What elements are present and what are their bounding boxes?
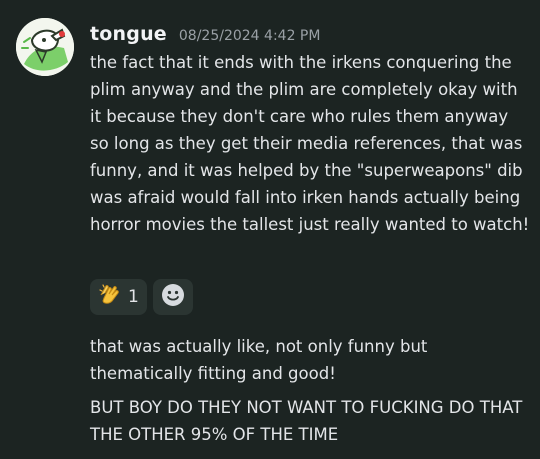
message-header: tongue 08/25/2024 4:42 PM	[90, 23, 320, 47]
add-reaction-button[interactable]	[152, 279, 193, 315]
reaction-clapping-hands[interactable]: 1	[90, 279, 147, 315]
timestamp: 08/25/2024 4:42 PM	[178, 28, 321, 44]
reactions-bar: 1	[90, 279, 193, 315]
username[interactable]: tongue	[90, 23, 167, 45]
chat-message: tongue 08/25/2024 4:42 PM the fact that …	[0, 0, 540, 459]
avatar[interactable]	[16, 18, 74, 76]
message-text: that was actually like, not only funny b…	[90, 337, 428, 383]
message-text: the fact that it ends with the irkens co…	[90, 53, 530, 234]
clapping-hands-icon	[98, 283, 122, 311]
message-text: BUT BOY DO THEY NOT WANT TO FUCKING DO T…	[90, 398, 523, 444]
smiley-add-icon	[160, 282, 186, 312]
reaction-count: 1	[128, 287, 139, 307]
